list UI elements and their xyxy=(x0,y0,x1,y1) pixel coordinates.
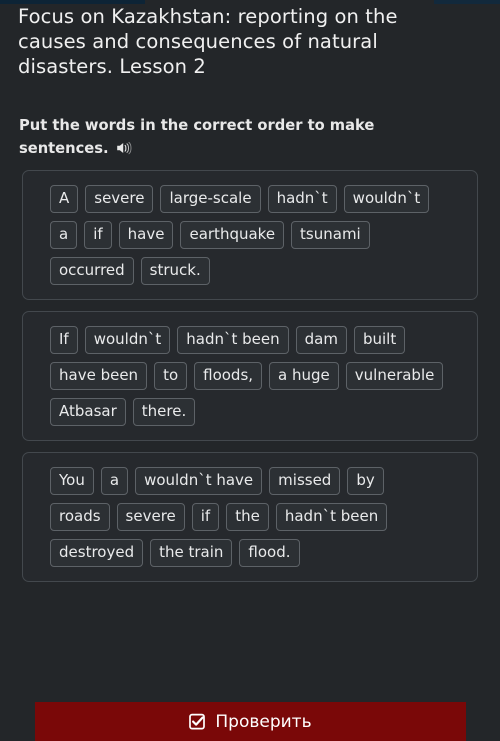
word-chip[interactable]: to xyxy=(154,362,188,390)
sentence-group-3[interactable]: You a wouldn`t have missed by roads seve… xyxy=(22,452,478,582)
word-chip[interactable]: a huge xyxy=(269,362,339,390)
word-chip[interactable]: struck. xyxy=(140,257,210,285)
word-row: occurred struck. xyxy=(50,257,465,285)
word-chip[interactable]: if xyxy=(191,503,220,531)
check-button-label: Проверить xyxy=(215,711,312,732)
word-chip[interactable]: hadn`t been xyxy=(275,503,388,531)
word-chip[interactable]: destroyed xyxy=(50,539,144,567)
word-chip[interactable]: the train xyxy=(150,539,233,567)
word-chip[interactable]: flood. xyxy=(239,539,300,567)
word-chip[interactable]: built xyxy=(353,326,406,354)
word-chip[interactable]: If xyxy=(50,326,78,354)
word-row: You a wouldn`t have missed by xyxy=(50,467,465,495)
speaker-icon[interactable] xyxy=(116,140,132,156)
word-chip[interactable]: dam xyxy=(295,326,347,354)
word-chip[interactable]: Atbasar xyxy=(50,398,126,426)
word-chip[interactable]: wouldn`t xyxy=(84,326,171,354)
word-chip[interactable]: the xyxy=(226,503,269,531)
sentence-group-2[interactable]: If wouldn`t hadn`t been dam built have b… xyxy=(22,311,478,441)
lesson-page: Focus on Kazakhstan: reporting on the ca… xyxy=(0,0,500,741)
sentence-groups-container: A severe large-scale hadn`t wouldn`t a i… xyxy=(22,170,478,593)
word-row: roads severe if the hadn`t been xyxy=(50,503,465,531)
word-row: Atbasar there. xyxy=(50,398,465,426)
word-chip[interactable]: have been xyxy=(50,362,148,390)
word-chip[interactable]: large-scale xyxy=(160,185,261,213)
word-chip[interactable]: earthquake xyxy=(180,221,285,249)
word-row: destroyed the train flood. xyxy=(50,539,465,567)
word-chip[interactable]: A xyxy=(50,185,79,213)
word-chip[interactable]: occurred xyxy=(50,257,134,285)
sentence-group-1[interactable]: A severe large-scale hadn`t wouldn`t a i… xyxy=(22,170,478,300)
word-chip[interactable]: roads xyxy=(50,503,110,531)
word-row: If wouldn`t hadn`t been dam built xyxy=(50,326,465,354)
word-chip[interactable]: have xyxy=(118,221,174,249)
word-chip[interactable]: if xyxy=(84,221,112,249)
word-chip[interactable]: hadn`t been xyxy=(177,326,289,354)
word-chip[interactable]: tsunami xyxy=(291,221,370,249)
word-chip[interactable]: missed xyxy=(269,467,341,495)
word-chip[interactable]: a xyxy=(100,467,129,495)
checked-checkbox-icon xyxy=(189,713,206,730)
word-row: a if have earthquake tsunami xyxy=(50,221,465,249)
word-chip[interactable]: hadn`t xyxy=(267,185,337,213)
word-chip[interactable]: wouldn`t have xyxy=(135,467,263,495)
word-row: A severe large-scale hadn`t wouldn`t xyxy=(50,185,465,213)
word-chip[interactable]: a xyxy=(50,221,78,249)
check-button[interactable]: Проверить xyxy=(35,702,466,741)
word-chip[interactable]: vulnerable xyxy=(345,362,444,390)
instruction: Put the words in the correct order to ma… xyxy=(19,114,449,160)
word-row: have been to floods, a huge vulnerable xyxy=(50,362,465,390)
page-title: Focus on Kazakhstan: reporting on the ca… xyxy=(18,5,398,78)
word-chip[interactable]: severe xyxy=(116,503,185,531)
word-chip[interactable]: wouldn`t xyxy=(343,185,430,213)
word-chip[interactable]: floods, xyxy=(194,362,263,390)
word-chip[interactable]: there. xyxy=(132,398,196,426)
word-chip[interactable]: severe xyxy=(85,185,154,213)
word-chip[interactable]: You xyxy=(50,467,94,495)
instruction-text: Put the words in the correct order to ma… xyxy=(19,117,375,157)
word-chip[interactable]: by xyxy=(347,467,384,495)
